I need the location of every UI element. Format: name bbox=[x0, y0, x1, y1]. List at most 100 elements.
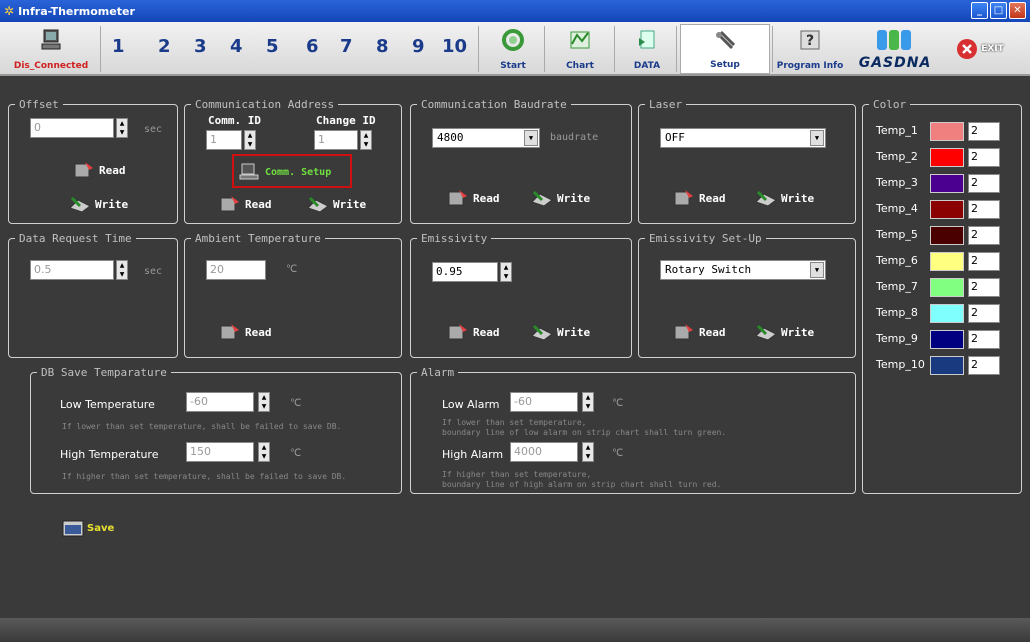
connection-status-button[interactable]: Dis_Connected bbox=[6, 24, 96, 74]
close-button[interactable]: ✕ bbox=[1009, 2, 1026, 19]
emissivity-write-button[interactable]: Write bbox=[530, 322, 590, 342]
color-swatch[interactable] bbox=[930, 148, 964, 167]
color-label: Temp_6 bbox=[876, 254, 918, 267]
line-width-input[interactable]: 2 bbox=[968, 356, 1000, 375]
baudrate-group: Communication Baudrate bbox=[410, 98, 632, 224]
line-width-input[interactable]: 2 bbox=[968, 278, 1000, 297]
chevron-down-icon: ▼ bbox=[524, 130, 538, 146]
comm-read-button[interactable]: Read bbox=[218, 194, 272, 214]
color-label: Temp_5 bbox=[876, 228, 918, 241]
comm-id-spinner[interactable]: ▲ ▼ bbox=[244, 130, 256, 150]
program-info-button[interactable]: ? Program Info bbox=[774, 24, 846, 74]
color-swatch[interactable] bbox=[930, 278, 964, 297]
offset-spinner[interactable]: ▲ ▼ bbox=[116, 118, 128, 138]
color-label: Temp_8 bbox=[876, 306, 918, 319]
emissivity-setup-select[interactable]: Rotary Switch ▼ bbox=[660, 260, 826, 280]
chart-button[interactable]: Chart bbox=[550, 24, 610, 74]
line-width-input[interactable]: 2 bbox=[968, 174, 1000, 193]
chevron-down-icon: ▼ bbox=[810, 262, 824, 278]
ambient-group: Ambient Temperature bbox=[184, 232, 402, 358]
db-high-temp-input[interactable]: 150 bbox=[186, 442, 254, 462]
channel-tab-10[interactable]: 10 bbox=[442, 36, 467, 57]
channel-tab-9[interactable]: 9 bbox=[412, 36, 425, 57]
baudrate-select[interactable]: 4800 ▼ bbox=[432, 128, 540, 148]
data-button[interactable]: DATA bbox=[620, 24, 674, 74]
low-alarm-spinner[interactable]: ▲ ▼ bbox=[582, 392, 594, 412]
color-swatch[interactable] bbox=[930, 200, 964, 219]
emissivity-spinner[interactable]: ▲ ▼ bbox=[500, 262, 512, 282]
channel-tab-6[interactable]: 6 bbox=[306, 36, 319, 57]
offset-read-button[interactable]: Read bbox=[72, 160, 126, 180]
chart-icon bbox=[570, 31, 590, 49]
offset-input[interactable]: 0 bbox=[30, 118, 114, 138]
channel-tab-2[interactable]: 2 bbox=[158, 36, 171, 57]
read-icon bbox=[448, 190, 467, 206]
emissivity-setup-write-button[interactable]: Write bbox=[754, 322, 814, 342]
color-swatch[interactable] bbox=[930, 330, 964, 349]
setup-button[interactable]: Setup bbox=[680, 24, 770, 74]
minimize-button[interactable]: _ bbox=[971, 2, 988, 19]
data-request-spinner[interactable]: ▲ ▼ bbox=[116, 260, 128, 280]
change-id-spinner[interactable]: ▲ ▼ bbox=[360, 130, 372, 150]
save-button[interactable]: Save bbox=[62, 518, 114, 538]
laser-write-button[interactable]: Write bbox=[754, 188, 814, 208]
line-width-input[interactable]: 2 bbox=[968, 330, 1000, 349]
db-low-temp-input[interactable]: -60 bbox=[186, 392, 254, 412]
color-swatch[interactable] bbox=[930, 304, 964, 323]
comm-setup-button[interactable]: Comm. Setup bbox=[238, 162, 331, 182]
db-low-temp-spinner[interactable]: ▲ ▼ bbox=[258, 392, 270, 412]
color-label: Temp_10 bbox=[876, 358, 925, 371]
db-high-temp-spinner[interactable]: ▲ ▼ bbox=[258, 442, 270, 462]
ambient-input[interactable]: 20 bbox=[206, 260, 266, 280]
line-width-input[interactable]: 2 bbox=[968, 148, 1000, 167]
color-label: Temp_4 bbox=[876, 202, 918, 215]
read-icon bbox=[220, 324, 239, 340]
color-label: Temp_9 bbox=[876, 332, 918, 345]
line-width-input[interactable]: 2 bbox=[968, 226, 1000, 245]
data-request-input[interactable]: 0.5 bbox=[30, 260, 114, 280]
emissivity-setup-read-button[interactable]: Read bbox=[672, 322, 726, 342]
read-icon bbox=[448, 324, 467, 340]
color-label: Temp_2 bbox=[876, 150, 918, 163]
color-swatch[interactable] bbox=[930, 226, 964, 245]
line-width-input[interactable]: 2 bbox=[968, 200, 1000, 219]
baudrate-write-button[interactable]: Write bbox=[530, 188, 590, 208]
window-title: Infra-Thermometer bbox=[18, 4, 135, 18]
comm-id-input[interactable]: 1 bbox=[206, 130, 242, 150]
laser-read-button[interactable]: Read bbox=[672, 188, 726, 208]
comm-write-button[interactable]: Write bbox=[306, 194, 366, 214]
line-width-input[interactable]: 2 bbox=[968, 252, 1000, 271]
toolbar: Dis_Connected 1 2 3 4 5 6 7 8 9 10 Start… bbox=[0, 22, 1030, 76]
start-button[interactable]: Start bbox=[484, 24, 542, 74]
baudrate-read-button[interactable]: Read bbox=[446, 188, 500, 208]
start-icon bbox=[502, 29, 524, 51]
channel-tab-3[interactable]: 3 bbox=[194, 36, 207, 57]
ambient-read-button[interactable]: Read bbox=[218, 322, 272, 342]
channel-tab-5[interactable]: 5 bbox=[266, 36, 279, 57]
emissivity-read-button[interactable]: Read bbox=[446, 322, 500, 342]
offset-write-button[interactable]: Write bbox=[68, 194, 128, 214]
emissivity-setup-group: Emissivity Set-Up bbox=[638, 232, 856, 358]
channel-tab-7[interactable]: 7 bbox=[340, 36, 353, 57]
emissivity-input[interactable]: 0.95 bbox=[432, 262, 498, 282]
low-alarm-input[interactable]: -60 bbox=[510, 392, 578, 412]
maximize-button[interactable]: □ bbox=[990, 2, 1007, 19]
color-label: Temp_7 bbox=[876, 280, 918, 293]
line-width-input[interactable]: 2 bbox=[968, 122, 1000, 141]
exit-button[interactable]: EXIT bbox=[944, 24, 1016, 74]
change-id-input[interactable]: 1 bbox=[314, 130, 358, 150]
high-alarm-spinner[interactable]: ▲ ▼ bbox=[582, 442, 594, 462]
status-bar bbox=[0, 618, 1030, 642]
channel-tab-8[interactable]: 8 bbox=[376, 36, 389, 57]
high-alarm-input[interactable]: 4000 bbox=[510, 442, 578, 462]
channel-tab-1[interactable]: 1 bbox=[112, 36, 125, 57]
line-width-input[interactable]: 2 bbox=[968, 304, 1000, 323]
channel-tab-4[interactable]: 4 bbox=[230, 36, 243, 57]
color-swatch[interactable] bbox=[930, 122, 964, 141]
color-swatch[interactable] bbox=[930, 252, 964, 271]
setup-panel: Offset 0 ▲ ▼ sec Read Write Communication… bbox=[0, 78, 1030, 618]
color-swatch[interactable] bbox=[930, 356, 964, 375]
laser-select[interactable]: OFF ▼ bbox=[660, 128, 826, 148]
write-icon bbox=[755, 324, 777, 341]
color-swatch[interactable] bbox=[930, 174, 964, 193]
